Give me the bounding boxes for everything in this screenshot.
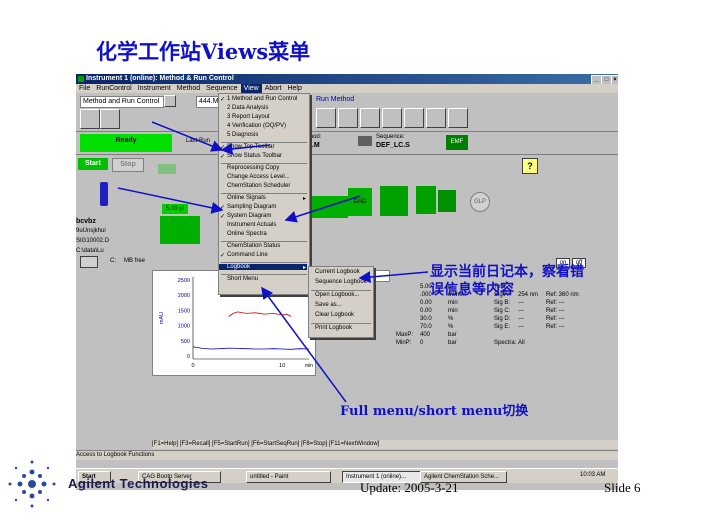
short-menu-annotation: Full menu/short menu切换 [340, 404, 529, 419]
arrow-diagram [117, 187, 224, 214]
footer-update: Update: 2005-3-21 [360, 480, 459, 495]
arrow-logbook [358, 271, 429, 284]
footer-slide-number: Slide 6 [604, 480, 641, 495]
arrow-status [220, 142, 271, 155]
logbook-annotation: 显示当前日记本，察看错误信息等内容 [430, 264, 584, 298]
annotation-arrows [117, 121, 429, 403]
arrow-short-menu [261, 286, 347, 403]
agilent-spark-logo [8, 460, 56, 508]
arrow-toolbar [151, 121, 224, 152]
arrow-system [284, 195, 361, 223]
brand-name: Agilent Technologies [68, 476, 209, 491]
